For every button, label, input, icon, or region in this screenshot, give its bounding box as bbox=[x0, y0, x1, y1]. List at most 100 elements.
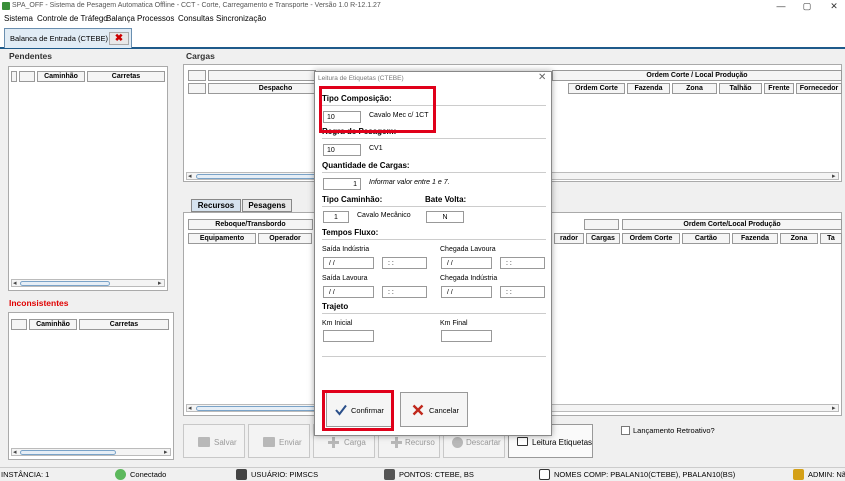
cargas-title: Cargas bbox=[186, 51, 215, 61]
separator bbox=[322, 138, 546, 139]
tab-pesagens[interactable]: Pesagens bbox=[242, 199, 292, 212]
menu-sistema[interactable]: Sistema bbox=[4, 14, 33, 23]
minimize-button[interactable]: — bbox=[771, 0, 791, 13]
saida-lavoura-time[interactable] bbox=[382, 286, 427, 298]
km-final-input[interactable] bbox=[441, 330, 492, 342]
window-title: SPA_OFF - Sistema de Pesagem Automatica … bbox=[12, 2, 381, 9]
salvar-button[interactable]: Salvar bbox=[183, 424, 245, 458]
scroll-right-icon[interactable]: ▸ bbox=[158, 279, 162, 287]
scroll-right-icon[interactable]: ▸ bbox=[164, 448, 168, 456]
tab-balanca-entrada[interactable]: Balanca de Entrada (CTEBE) ✖ bbox=[4, 28, 132, 48]
status-conectado: Conectado bbox=[130, 470, 167, 479]
menu-bar: Sistema Controle de Tráfego Balança Proc… bbox=[0, 13, 845, 25]
quantidade-cargas-input[interactable] bbox=[323, 178, 361, 190]
cargas-col-fazenda[interactable]: Fazenda bbox=[627, 83, 670, 94]
cargas-col-zona[interactable]: Zona bbox=[672, 83, 717, 94]
recursos-col-equipamento[interactable]: Equipamento bbox=[188, 233, 256, 244]
recursos-col-cargas[interactable]: Cargas bbox=[586, 233, 620, 244]
dialog-close-icon[interactable]: ✕ bbox=[538, 72, 546, 83]
dialog-title: Leitura de Etiquetas (CTEBE) bbox=[318, 75, 404, 82]
restore-button[interactable]: ▢ bbox=[797, 0, 817, 13]
cargas-col-group-left[interactable] bbox=[208, 70, 316, 81]
recursos-col-fazenda[interactable]: Fazenda bbox=[732, 233, 778, 244]
scroll-thumb[interactable] bbox=[20, 450, 116, 455]
cargas-col-blank-top[interactable] bbox=[188, 70, 206, 81]
inconsistentes-panel: Caminhão Carretas ◂ ▸ bbox=[8, 312, 174, 460]
tipo-caminhao-input[interactable] bbox=[323, 211, 349, 223]
close-tab-icon[interactable]: ✖ bbox=[109, 32, 129, 45]
km-final-label: Km Final bbox=[440, 320, 468, 327]
saida-industria-date[interactable] bbox=[323, 257, 374, 269]
regra-pesagem-input[interactable] bbox=[323, 144, 361, 156]
tab-recursos[interactable]: Recursos bbox=[191, 199, 241, 212]
lock-icon bbox=[793, 469, 804, 480]
saida-lavoura-date[interactable] bbox=[323, 286, 374, 298]
cargas-col-ordem-corte[interactable]: Ordem Corte bbox=[568, 83, 625, 94]
status-pontos: PONTOS: CTEBE, BS bbox=[399, 470, 474, 479]
chegada-industria-date[interactable] bbox=[441, 286, 492, 298]
recursos-col-blank-top2[interactable] bbox=[584, 219, 619, 230]
recursos-col-cartao[interactable]: Cartão bbox=[682, 233, 730, 244]
pendentes-col-carretas[interactable]: Carretas bbox=[87, 71, 165, 82]
cargas-col-talhao[interactable]: Talhão bbox=[719, 83, 762, 94]
inconsistentes-col-carretas[interactable]: Carretas bbox=[79, 319, 169, 330]
pendentes-col-caminhao[interactable]: Caminhão bbox=[37, 71, 85, 82]
recursos-col-zona[interactable]: Zona bbox=[780, 233, 818, 244]
recursos-col-operador2[interactable]: rador bbox=[554, 233, 584, 244]
separator bbox=[322, 356, 546, 357]
menu-sincronizacao[interactable]: Sincronização bbox=[216, 14, 266, 23]
cancelar-button[interactable]: Cancelar bbox=[400, 392, 468, 427]
plus-icon bbox=[391, 437, 402, 448]
bate-volta-label: Bate Volta: bbox=[425, 195, 467, 204]
pendentes-col-blank[interactable] bbox=[19, 71, 35, 82]
scroll-left-icon[interactable]: ◂ bbox=[188, 172, 192, 180]
cargas-col-fornecedor[interactable]: Fornecedor bbox=[796, 83, 842, 94]
cargas-col-ordem-corte-group[interactable]: Ordem Corte / Local Produção bbox=[552, 70, 842, 81]
status-nomes-comp: NOMES COMP: PBALAN10(CTEBE), PBALAN10(BS… bbox=[554, 470, 736, 479]
scroll-left-icon[interactable]: ◂ bbox=[13, 448, 17, 456]
close-window-button[interactable]: ✕ bbox=[824, 0, 844, 13]
cargas-col-blank[interactable] bbox=[188, 83, 206, 94]
quantidade-cargas-label: Quantidade de Cargas: bbox=[322, 161, 410, 170]
menu-controle-trafego[interactable]: Controle de Tráfego bbox=[37, 14, 108, 23]
scroll-right-icon[interactable]: ▸ bbox=[832, 172, 836, 180]
separator bbox=[322, 172, 546, 173]
tipo-caminhao-label: Tipo Caminhão: bbox=[322, 195, 383, 204]
lancamento-retroativo-checkbox[interactable] bbox=[621, 426, 630, 435]
saida-industria-time[interactable] bbox=[382, 257, 427, 269]
recursos-col-ordem-corte-group[interactable]: Ordem Corte/Local Produção bbox=[622, 219, 842, 230]
discard-icon bbox=[452, 437, 463, 448]
recursos-col-ordem-corte[interactable]: Ordem Corte bbox=[622, 233, 680, 244]
bate-volta-input[interactable] bbox=[426, 211, 464, 223]
chegada-lavoura-time[interactable] bbox=[500, 257, 545, 269]
cargas-col-frente[interactable]: Frente bbox=[764, 83, 794, 94]
menu-processos[interactable]: Processos bbox=[137, 14, 174, 23]
km-inicial-input[interactable] bbox=[323, 330, 374, 342]
chegada-industria-time[interactable] bbox=[500, 286, 545, 298]
chegada-lavoura-label: Chegada Lavoura bbox=[440, 246, 496, 253]
saida-lavoura-label: Saída Lavoura bbox=[322, 275, 368, 282]
pendentes-scrollbar[interactable]: ◂ ▸ bbox=[11, 279, 165, 287]
pendentes-col-check[interactable] bbox=[11, 71, 17, 82]
leitura-etiquetas-dialog: Leitura de Etiquetas (CTEBE) ✕ Tipo Comp… bbox=[314, 71, 552, 436]
lancamento-retroativo-label: Lançamento Retroativo? bbox=[633, 426, 715, 435]
recursos-col-reboque[interactable]: Reboque/Transbordo bbox=[188, 219, 313, 230]
recursos-col-talhao[interactable]: Ta bbox=[820, 233, 842, 244]
recursos-col-operador[interactable]: Operador bbox=[258, 233, 312, 244]
menu-consultas[interactable]: Consultas bbox=[178, 14, 214, 23]
scroll-thumb[interactable] bbox=[20, 281, 110, 286]
cancel-x-icon bbox=[412, 404, 424, 416]
menu-balanca[interactable]: Balança bbox=[106, 14, 135, 23]
scroll-left-icon[interactable]: ◂ bbox=[188, 404, 192, 412]
inconsistentes-col-blank[interactable] bbox=[11, 319, 27, 330]
scroll-left-icon[interactable]: ◂ bbox=[13, 279, 17, 287]
save-icon bbox=[198, 437, 210, 447]
chegada-lavoura-date[interactable] bbox=[441, 257, 492, 269]
chegada-industria-label: Chegada Indústria bbox=[440, 275, 498, 282]
inconsistentes-col-caminhao[interactable]: Caminhão bbox=[29, 319, 77, 330]
separator bbox=[322, 206, 546, 207]
enviar-button[interactable]: Enviar bbox=[248, 424, 310, 458]
inconsistentes-scrollbar[interactable]: ◂ ▸ bbox=[11, 448, 171, 456]
scroll-right-icon[interactable]: ▸ bbox=[832, 404, 836, 412]
title-bar: SPA_OFF - Sistema de Pesagem Automatica … bbox=[0, 0, 845, 13]
